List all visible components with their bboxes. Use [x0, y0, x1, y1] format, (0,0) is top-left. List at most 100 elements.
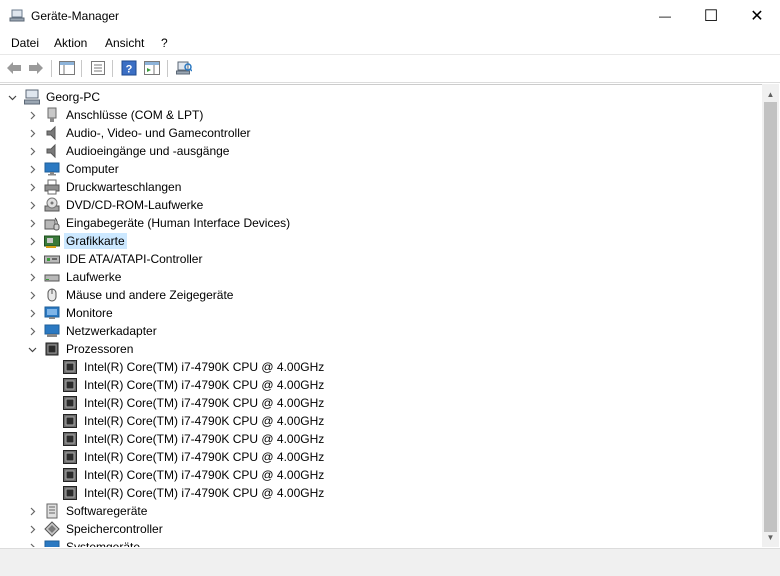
- properties-button[interactable]: [89, 59, 107, 77]
- menu-datei[interactable]: Datei: [11, 36, 39, 50]
- maximize-icon: ☐: [703, 8, 719, 25]
- tree-category-node[interactable]: Systemgeräte: [26, 538, 142, 547]
- tree-device-node[interactable]: Intel(R) Core(TM) i7-4790K CPU @ 4.00GHz: [44, 466, 326, 484]
- tree-category-label: IDE ATA/ATAPI-Controller: [66, 252, 203, 266]
- tree-category-node[interactable]: Anschlüsse (COM & LPT): [26, 106, 205, 124]
- tree-category-node[interactable]: Monitore: [26, 304, 115, 322]
- toolbar-separator: [167, 60, 168, 77]
- tree-device-label: Intel(R) Core(TM) i7-4790K CPU @ 4.00GHz: [84, 360, 325, 374]
- port-icon: [44, 107, 60, 123]
- chevron-right-icon[interactable]: [26, 106, 38, 124]
- tree-category-node[interactable]: Audioeingänge und -ausgänge: [26, 142, 231, 160]
- chevron-right-icon[interactable]: [26, 538, 38, 547]
- tree-category-node[interactable]: Grafikkarte: [26, 232, 127, 250]
- scan-hardware-button[interactable]: [175, 59, 193, 77]
- software-device-icon: [44, 503, 60, 519]
- cpu-core-icon: [62, 467, 78, 483]
- minimize-button[interactable]: —: [642, 0, 688, 32]
- tree-device-node[interactable]: Intel(R) Core(TM) i7-4790K CPU @ 4.00GHz: [44, 358, 326, 376]
- back-button[interactable]: [5, 59, 23, 77]
- help-icon: ?: [121, 60, 137, 76]
- chevron-right-icon[interactable]: [26, 286, 38, 304]
- tree-category-label: Monitore: [66, 306, 113, 320]
- chevron-down-icon[interactable]: [6, 88, 18, 106]
- scroll-up-icon[interactable]: ▲: [762, 86, 779, 102]
- tree-device-node[interactable]: Intel(R) Core(TM) i7-4790K CPU @ 4.00GHz: [44, 412, 326, 430]
- tree-category-node[interactable]: Computer: [26, 160, 121, 178]
- console-tree-button[interactable]: [58, 59, 76, 77]
- monitor-icon: [44, 305, 60, 321]
- tree-category-label: Druckwarteschlangen: [66, 180, 182, 194]
- menu-bar: Datei Aktion Ansicht ?: [0, 32, 780, 55]
- tree-category-label: Computer: [66, 162, 119, 176]
- tree-category-node[interactable]: Laufwerke: [26, 268, 123, 286]
- chevron-right-icon[interactable]: [26, 196, 38, 214]
- maximize-button[interactable]: ☐: [688, 0, 734, 32]
- root-computer-icon: [24, 89, 40, 105]
- tree-category-label: Softwaregeräte: [66, 504, 148, 518]
- help-button[interactable]: ?: [120, 59, 138, 77]
- tree-device-node[interactable]: Intel(R) Core(TM) i7-4790K CPU @ 4.00GHz: [44, 394, 326, 412]
- tree-category-node[interactable]: Eingabegeräte (Human Interface Devices): [26, 214, 292, 232]
- chevron-right-icon[interactable]: [26, 124, 38, 142]
- tree-category-node[interactable]: Druckwarteschlangen: [26, 178, 183, 196]
- chevron-right-icon[interactable]: [26, 268, 38, 286]
- chevron-right-icon[interactable]: [26, 214, 38, 232]
- processor-icon: [44, 341, 60, 357]
- chevron-right-icon[interactable]: [26, 304, 38, 322]
- tree-device-node[interactable]: Intel(R) Core(TM) i7-4790K CPU @ 4.00GHz: [44, 430, 326, 448]
- display-adapter-icon: [44, 233, 60, 249]
- close-icon: ✕: [750, 8, 764, 25]
- tree-category-node[interactable]: DVD/CD-ROM-Laufwerke: [26, 196, 205, 214]
- chevron-right-icon[interactable]: [26, 250, 38, 268]
- chevron-right-icon[interactable]: [26, 178, 38, 196]
- tree-category-node[interactable]: IDE ATA/ATAPI-Controller: [26, 250, 204, 268]
- tree-category-node[interactable]: Netzwerkadapter: [26, 322, 159, 340]
- action-pane-button[interactable]: [143, 59, 161, 77]
- scrollbar-thumb[interactable]: [764, 102, 777, 532]
- toolbar-separator: [81, 60, 82, 77]
- speaker-icon: [44, 143, 60, 159]
- status-bar: [0, 548, 780, 576]
- hid-icon: [44, 215, 60, 231]
- tree-device-label: Intel(R) Core(TM) i7-4790K CPU @ 4.00GHz: [84, 468, 325, 482]
- tree-device-label: Intel(R) Core(TM) i7-4790K CPU @ 4.00GHz: [84, 432, 325, 446]
- close-button[interactable]: ✕: [734, 0, 780, 32]
- chevron-right-icon[interactable]: [26, 142, 38, 160]
- cpu-core-icon: [62, 395, 78, 411]
- tree-root-node[interactable]: Georg-PC: [6, 88, 102, 106]
- tree-category-node[interactable]: Prozessoren: [26, 340, 135, 358]
- tree-device-node[interactable]: Intel(R) Core(TM) i7-4790K CPU @ 4.00GHz: [44, 448, 326, 466]
- mouse-icon: [44, 287, 60, 303]
- chevron-right-icon[interactable]: [26, 322, 38, 340]
- chevron-right-icon[interactable]: [26, 520, 38, 538]
- menu-help[interactable]: ?: [161, 36, 168, 50]
- cpu-core-icon: [62, 413, 78, 429]
- chevron-right-icon[interactable]: [26, 232, 38, 250]
- vertical-scrollbar[interactable]: ▲ ▼: [762, 84, 779, 547]
- menu-aktion[interactable]: Aktion: [54, 36, 87, 50]
- tree-category-label: Laufwerke: [66, 270, 122, 284]
- menu-ansicht[interactable]: Ansicht: [105, 36, 144, 50]
- chevron-down-icon[interactable]: [26, 340, 38, 358]
- chevron-right-icon[interactable]: [26, 160, 38, 178]
- tree-device-node[interactable]: Intel(R) Core(TM) i7-4790K CPU @ 4.00GHz: [44, 484, 326, 502]
- tree-device-node[interactable]: Intel(R) Core(TM) i7-4790K CPU @ 4.00GHz: [44, 376, 326, 394]
- tree-category-node[interactable]: Audio-, Video- und Gamecontroller: [26, 124, 253, 142]
- tree-category-node[interactable]: Mäuse und andere Zeigegeräte: [26, 286, 235, 304]
- tree-category-label: Netzwerkadapter: [66, 324, 157, 338]
- speaker-icon: [44, 125, 60, 141]
- scroll-down-icon[interactable]: ▼: [762, 529, 779, 545]
- minimize-icon: —: [659, 9, 671, 23]
- tree-category-node[interactable]: Speichercontroller: [26, 520, 165, 538]
- properties-icon: [91, 61, 105, 75]
- forward-arrow-icon: [29, 62, 43, 74]
- svg-text:?: ?: [126, 64, 133, 76]
- action-pane-icon: [144, 61, 160, 75]
- tree-category-node[interactable]: Softwaregeräte: [26, 502, 149, 520]
- chevron-right-icon[interactable]: [26, 502, 38, 520]
- tree-device-label: Intel(R) Core(TM) i7-4790K CPU @ 4.00GHz: [84, 486, 325, 500]
- tree-category-label: Audioeingänge und -ausgänge: [66, 144, 230, 158]
- forward-button[interactable]: [27, 59, 45, 77]
- printer-icon: [44, 179, 60, 195]
